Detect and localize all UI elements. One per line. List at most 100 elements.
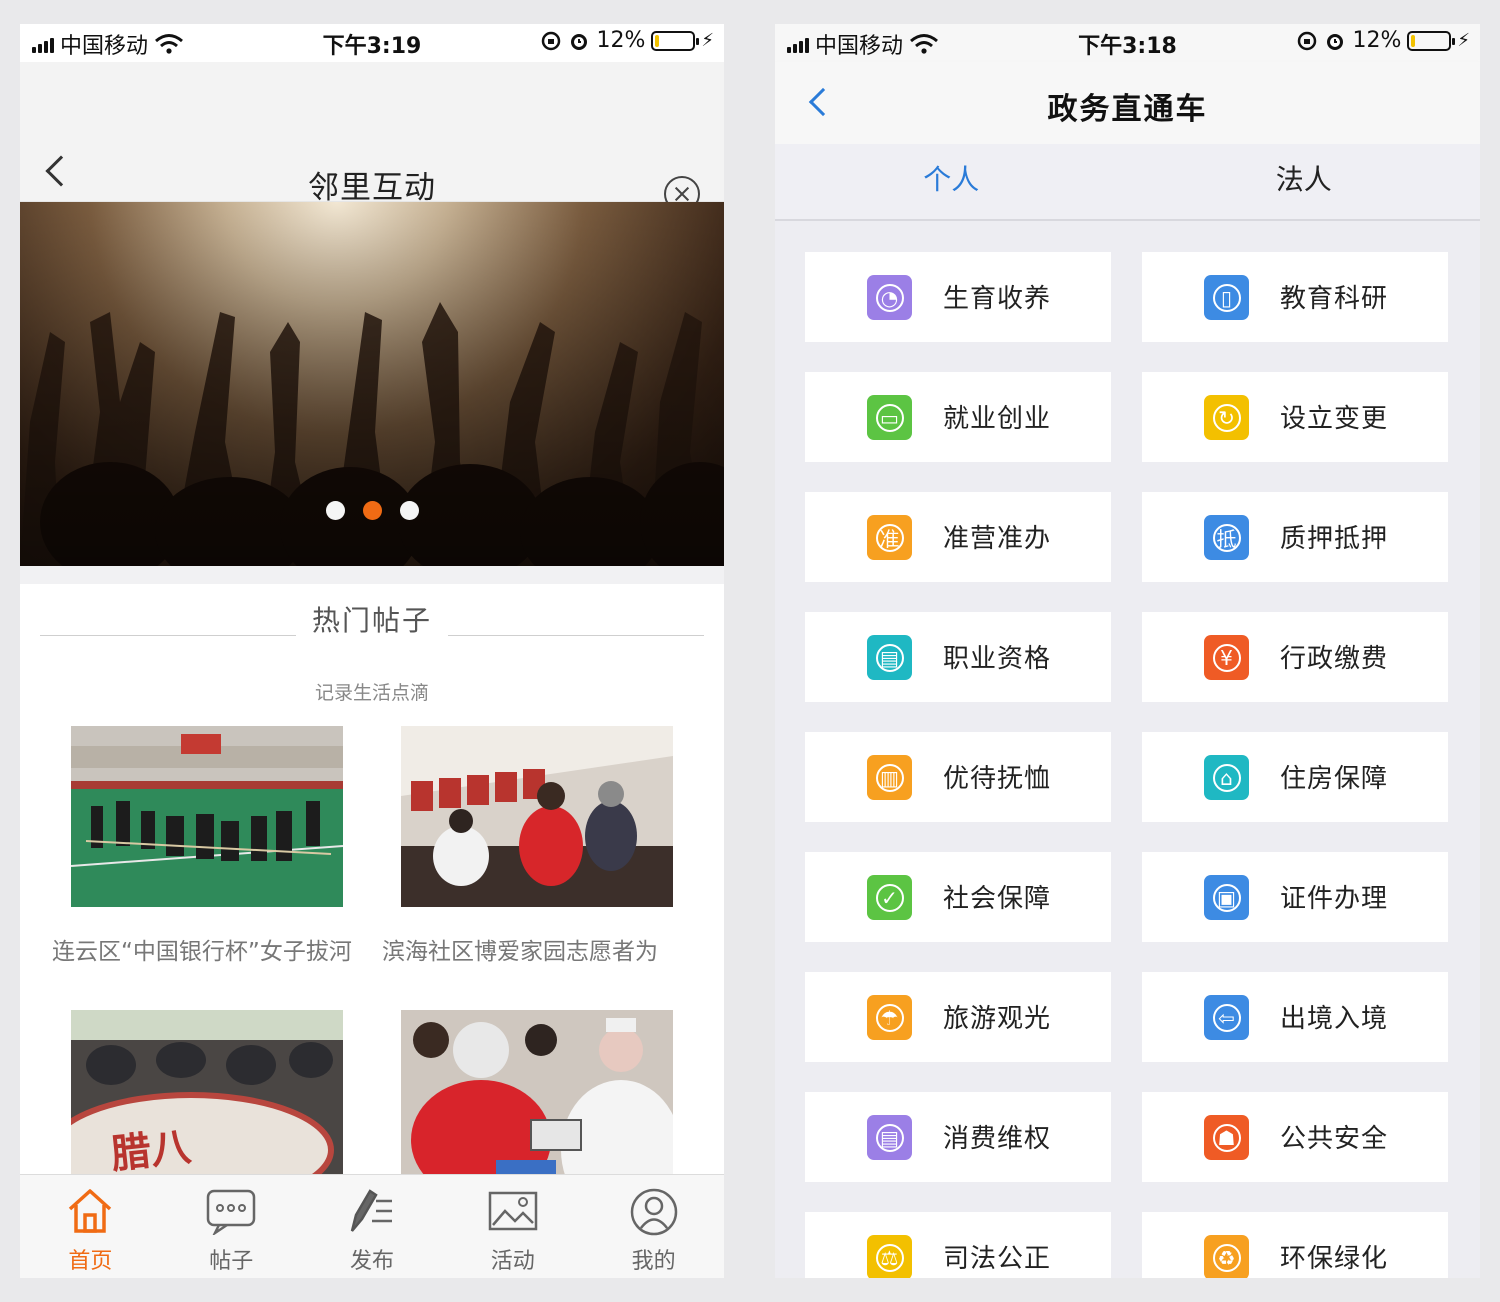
service-item[interactable]: ◔ 生育收养: [805, 252, 1111, 342]
service-icon-glyph: ▤: [875, 643, 904, 672]
shield-icon: ✓: [867, 875, 912, 920]
service-item[interactable]: ✓ 社会保障: [805, 852, 1111, 942]
service-item[interactable]: ▥ 优待抚恤: [805, 732, 1111, 822]
gift-icon: ▥: [867, 755, 912, 800]
battery-icon: [1407, 30, 1456, 51]
tab-personal[interactable]: 个人: [775, 144, 1128, 219]
service-item[interactable]: ⇦ 出境入境: [1142, 972, 1448, 1062]
service-icon-glyph: ▯: [1212, 283, 1241, 312]
carousel-dot[interactable]: [399, 501, 419, 520]
service-label: 行政缴费: [1280, 644, 1389, 674]
service-item[interactable]: ▭ 就业创业: [805, 372, 1111, 462]
service-label: 设立变更: [1280, 404, 1389, 434]
service-label: 住房保障: [1280, 764, 1389, 794]
banner-carousel[interactable]: [20, 202, 724, 566]
carousel-dot[interactable]: [362, 501, 382, 520]
service-icon-glyph: ◔: [875, 283, 904, 312]
consumer-rights-icon: ▤: [867, 1115, 912, 1160]
section-title: 热门帖子: [311, 604, 432, 637]
service-item[interactable]: ▣ 证件办理: [1142, 852, 1448, 942]
travel-icon: ☂: [867, 995, 912, 1040]
service-label: 教育科研: [1280, 284, 1389, 314]
nav-bar: 邻里互动: [20, 62, 724, 212]
carousel-dot[interactable]: [325, 501, 345, 520]
mortgage-icon: 抵: [1204, 515, 1249, 560]
service-label: 质押抵押: [1280, 524, 1389, 554]
service-icon-glyph: 准: [875, 523, 904, 552]
orientation-lock-icon: [1298, 31, 1317, 50]
section-rule-left: [40, 635, 296, 636]
service-icon-glyph: ✓: [875, 883, 904, 912]
post-title[interactable]: 连云区“中国银行杯”女子拔河: [52, 932, 352, 966]
tab-publish[interactable]: 发布: [302, 1175, 443, 1278]
battery-percent: 12%: [596, 28, 646, 53]
service-label: 证件办理: [1280, 884, 1389, 914]
service-label: 职业资格: [943, 644, 1052, 674]
service-label: 就业创业: [943, 404, 1052, 434]
id-card-icon: ▣: [1204, 875, 1249, 920]
service-item[interactable]: ⚖ 司法公正: [805, 1212, 1111, 1278]
exit-entry-icon: ⇦: [1204, 995, 1249, 1040]
service-item[interactable]: ☂ 旅游观光: [805, 972, 1111, 1062]
tab-activities[interactable]: 活动: [442, 1175, 583, 1278]
service-item[interactable]: 抵 质押抵押: [1142, 492, 1448, 582]
post-image[interactable]: [401, 726, 673, 907]
service-label: 环保绿化: [1280, 1244, 1389, 1274]
tab-label: 帖子: [209, 1249, 254, 1274]
tab-posts[interactable]: 帖子: [161, 1175, 302, 1278]
service-item[interactable]: ☗ 公共安全: [1142, 1092, 1448, 1182]
alarm-icon: [1327, 33, 1344, 50]
carousel-dots: [20, 501, 724, 520]
status-bar-right: 12% ⚡: [540, 28, 714, 53]
post-image[interactable]: [401, 1010, 673, 1191]
service-item[interactable]: 准 准营准办: [805, 492, 1111, 582]
service-item[interactable]: ▤ 职业资格: [805, 612, 1111, 702]
section-subtitle: 记录生活点滴: [314, 682, 429, 704]
recycle-icon: ♻: [1204, 1235, 1249, 1278]
section-divider: [20, 566, 724, 584]
service-item[interactable]: ▯ 教育科研: [1142, 252, 1448, 342]
tab-label: 活动: [490, 1249, 535, 1274]
picture-icon: [488, 1191, 538, 1231]
post-title[interactable]: 滨海社区博爱家园志愿者为: [382, 932, 658, 966]
post-image[interactable]: [71, 726, 343, 907]
service-icon-glyph: ⇦: [1212, 1003, 1241, 1032]
public-safety-icon: ☗: [1204, 1115, 1249, 1160]
permit-icon: 准: [867, 515, 912, 560]
tab-home[interactable]: 首页: [20, 1175, 161, 1278]
charging-icon: ⚡: [701, 30, 714, 51]
tab-label: 首页: [68, 1249, 113, 1274]
service-icon-glyph: ☂: [875, 1003, 904, 1032]
birth-icon: ◔: [867, 275, 912, 320]
page-title: 政务直通车: [1047, 92, 1208, 127]
bottom-tab-bar: 首页 帖子 发布 活动 我的: [20, 1174, 724, 1278]
service-icon-glyph: ▥: [875, 763, 904, 792]
service-icon-glyph: ♻: [1212, 1243, 1241, 1272]
service-label: 消费维权: [943, 1124, 1052, 1154]
battery-level: [655, 34, 660, 47]
battery-level: [1411, 34, 1416, 47]
section-rule-right: [448, 635, 704, 636]
briefcase-icon: ▭: [867, 395, 912, 440]
service-item[interactable]: ♻ 环保绿化: [1142, 1212, 1448, 1278]
battery-icon: [651, 30, 700, 51]
tab-mine[interactable]: 我的: [583, 1175, 724, 1278]
service-item[interactable]: ⌂ 住房保障: [1142, 732, 1448, 822]
chat-bubble-icon: [206, 1189, 256, 1235]
orientation-lock-icon: [542, 31, 561, 50]
service-icon-glyph: ▣: [1212, 883, 1241, 912]
service-label: 出境入境: [1280, 1004, 1389, 1034]
user-icon: [630, 1188, 677, 1236]
pen-icon: [350, 1189, 392, 1232]
charging-icon: ⚡: [1457, 30, 1470, 51]
service-icon-glyph: ⌂: [1212, 763, 1241, 792]
service-label: 司法公正: [943, 1244, 1052, 1274]
post-image[interactable]: 腊八: [71, 1010, 343, 1191]
service-item[interactable]: ↻ 设立变更: [1142, 372, 1448, 462]
service-item[interactable]: ¥ 行政缴费: [1142, 612, 1448, 702]
home-icon: [69, 1189, 112, 1233]
government-services-screen: 中国移动 下午3:18 12% ⚡ 政务直通车 个人 法人 ◔ 生育收养 ▯ 教育科研…: [775, 24, 1480, 1278]
service-item[interactable]: ▤ 消费维权: [805, 1092, 1111, 1182]
alarm-icon: [571, 33, 588, 50]
tab-legal-entity[interactable]: 法人: [1128, 144, 1481, 219]
